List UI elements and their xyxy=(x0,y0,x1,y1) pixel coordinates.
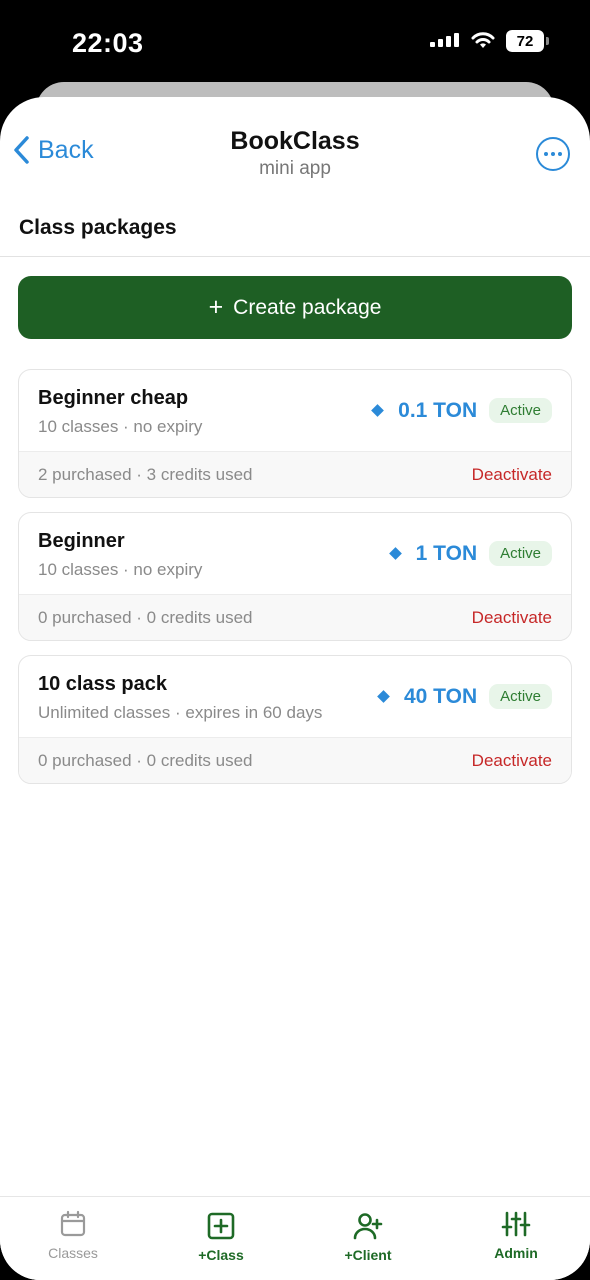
tab-label: +Client xyxy=(344,1247,392,1263)
sliders-icon xyxy=(501,1211,531,1237)
deactivate-button[interactable]: Deactivate xyxy=(472,751,552,771)
package-price: 40 TON xyxy=(403,684,478,708)
package-card[interactable]: Beginner cheap 10 classes · no expiry 0.… xyxy=(18,369,572,498)
app-subtitle: mini app xyxy=(259,158,331,179)
plus-icon: + xyxy=(208,293,224,321)
bottom-tab-bar: Classes +Class +Client Admin xyxy=(0,1196,590,1280)
ton-diamond-icon xyxy=(388,547,402,560)
more-options-icon[interactable] xyxy=(536,137,570,171)
ton-diamond-icon xyxy=(371,404,385,417)
status-badge: Active xyxy=(489,541,552,566)
tab-label: Classes xyxy=(48,1245,98,1261)
divider xyxy=(0,256,590,257)
add-user-icon xyxy=(353,1213,383,1240)
mini-app-sheet: Back BookClass mini app Class packages +… xyxy=(0,97,590,1280)
package-stats: 2 purchased · 3 credits used xyxy=(38,464,253,484)
tab-classes[interactable]: Classes xyxy=(23,1209,123,1261)
signal-icon xyxy=(430,33,459,47)
status-badge: Active xyxy=(489,684,552,709)
package-price: 1 TON xyxy=(415,541,478,565)
tab-add-class[interactable]: +Class xyxy=(171,1211,271,1263)
calendar-icon xyxy=(60,1210,86,1237)
create-package-label: Create package xyxy=(233,295,382,319)
deactivate-button[interactable]: Deactivate xyxy=(472,608,552,628)
ton-diamond-icon xyxy=(377,690,390,703)
tab-add-client[interactable]: +Client xyxy=(318,1211,418,1263)
package-stats: 0 purchased · 0 credits used xyxy=(38,750,253,770)
app-title: BookClass xyxy=(230,127,360,155)
package-price: 0.1 TON xyxy=(398,398,478,422)
app-header: Back BookClass mini app xyxy=(0,97,590,197)
status-bar: 22:03 72 xyxy=(0,0,590,90)
package-card[interactable]: 10 class pack Unlimited classes · expire… xyxy=(18,655,572,784)
wifi-icon xyxy=(471,32,495,48)
create-package-button[interactable]: + Create package xyxy=(18,276,572,339)
deactivate-button[interactable]: Deactivate xyxy=(472,465,552,485)
plus-square-icon xyxy=(207,1212,235,1240)
tab-admin[interactable]: Admin xyxy=(466,1209,566,1261)
tab-label: +Class xyxy=(198,1247,244,1263)
title-block: BookClass mini app xyxy=(0,127,590,180)
tab-label: Admin xyxy=(494,1245,538,1261)
status-time: 22:03 xyxy=(72,28,144,58)
battery-indicator: 72 xyxy=(506,30,549,52)
package-card[interactable]: Beginner 10 classes · no expiry 1 TON Ac… xyxy=(18,512,572,641)
status-icons: 72 xyxy=(430,30,549,52)
package-stats: 0 purchased · 0 credits used xyxy=(38,607,253,627)
section-title: Class packages xyxy=(19,216,177,239)
status-badge: Active xyxy=(489,398,552,423)
package-list: Beginner cheap 10 classes · no expiry 0.… xyxy=(18,369,572,798)
